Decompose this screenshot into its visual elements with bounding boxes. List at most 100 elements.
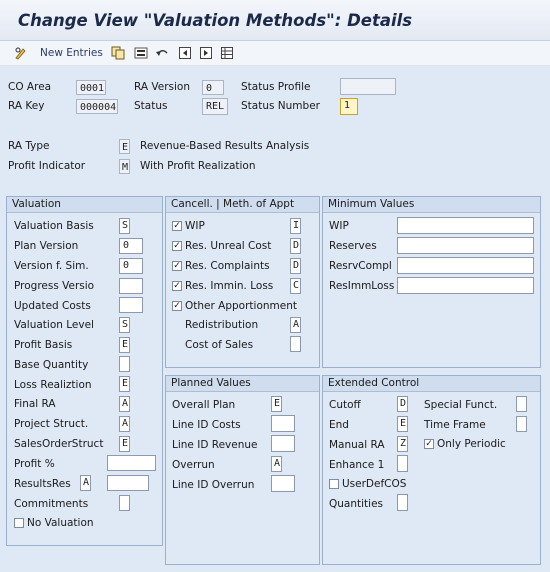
profit-basis-label: Profit Basis [14,339,73,351]
line-id-revenue-label: Line ID Revenue [172,439,258,451]
overrun-input[interactable]: A [271,456,282,472]
status-profile-field [340,78,396,95]
plan-version-label: Plan Version [14,240,79,252]
status-number-input[interactable]: 1 [340,98,358,115]
co-area-label: CO Area [8,81,52,93]
res-immin-loss-label: Res. Immin. Loss [185,280,274,292]
results-res-input-2[interactable] [107,475,149,491]
res-complaints-input[interactable]: D [290,258,301,274]
sales-order-struct-input[interactable]: E [119,436,130,452]
overrun-label: Overrun [172,459,215,471]
res-unreal-cost-checkbox[interactable]: ✓ [172,241,182,251]
end-input[interactable]: E [397,416,408,432]
only-periodic-checkbox[interactable]: ✓ [424,439,434,449]
userdefcos-checkbox[interactable] [329,479,339,489]
overall-plan-label: Overall Plan [172,399,236,411]
cost-of-sales-input[interactable] [290,336,301,352]
end-label: End [329,419,349,431]
first-page-icon[interactable] [178,46,192,60]
line-id-costs-input[interactable] [271,415,295,432]
profit-indicator-field: M [119,159,130,174]
min-reserves-input[interactable] [397,237,534,254]
next-page-icon[interactable] [199,46,213,60]
project-struct-input[interactable]: A [119,416,130,432]
overall-plan-input[interactable]: E [271,396,282,412]
status-label: Status [134,100,168,112]
status-field: REL [202,98,228,115]
profit-basis-input[interactable]: E [119,337,130,353]
valuation-basis-input[interactable]: S [119,218,130,234]
other-apportionment-checkbox[interactable]: ✓ [172,301,182,311]
userdefcos-label: UserDefCOS [342,478,407,490]
enhance-input[interactable] [397,455,408,472]
valuation-level-input[interactable]: S [119,317,130,333]
cost-of-sales-label: Cost of Sales [185,339,254,351]
final-ra-input[interactable]: A [119,396,130,412]
wip-checkbox[interactable]: ✓ [172,221,182,231]
quantities-input[interactable] [397,494,408,511]
special-funct-label: Special Funct. [424,399,498,411]
min-resrvcompl-label: ResrvCompl [329,260,392,272]
cancel-wip-input[interactable]: I [290,218,301,234]
other-apportionment-label: Other Apportionment [185,300,297,312]
line-id-overrun-input[interactable] [271,475,295,492]
redistribution-label: Redistribution [185,319,259,331]
line-id-revenue-input[interactable] [271,435,295,452]
ra-type-text: Revenue-Based Results Analysis [140,140,310,152]
undo-icon[interactable] [155,46,169,60]
status-profile-label: Status Profile [241,81,311,93]
pencil-glasses-icon[interactable] [14,46,28,60]
progress-version-label: Progress Versio [14,280,95,292]
commitments-label: Commitments [14,498,89,510]
time-frame-label: Time Frame [424,419,486,431]
manual-ra-input[interactable]: Z [397,436,408,452]
res-immin-loss-input[interactable]: C [290,278,301,294]
minimum-values-group-title: Minimum Values [323,197,540,213]
profit-percent-input[interactable] [107,455,156,471]
min-wip-input[interactable] [397,217,534,234]
plan-version-input[interactable]: 0 [119,238,143,254]
only-periodic-label: Only Periodic [437,438,506,450]
new-entries-button[interactable]: New Entries [40,47,103,59]
enhance-label: Enhance 1 [329,459,385,471]
profit-percent-label: Profit % [14,458,55,470]
special-funct-input[interactable] [516,396,527,412]
status-number-label: Status Number [241,100,320,112]
res-complaints-checkbox[interactable]: ✓ [172,261,182,271]
project-struct-label: Project Struct. [14,418,89,430]
res-unreal-cost-label: Res. Unreal Cost [185,240,272,252]
min-resimmloss-input[interactable] [397,277,534,294]
line-id-overrun-label: Line ID Overrun [172,479,255,491]
sales-order-struct-label: SalesOrderStruct [14,438,104,450]
copy-icon[interactable] [111,46,125,60]
save-local-icon[interactable] [134,46,148,60]
version-sim-input[interactable]: 0 [119,258,143,274]
res-complaints-label: Res. Complaints [185,260,270,272]
min-resrvcompl-input[interactable] [397,257,534,274]
time-frame-input[interactable] [516,416,527,432]
progress-version-input[interactable] [119,278,143,294]
manual-ra-label: Manual RA [329,439,385,451]
min-reserves-label: Reserves [329,240,377,252]
loss-realization-input[interactable]: E [119,376,130,392]
cutoff-input[interactable]: D [397,396,408,412]
res-immin-loss-checkbox[interactable]: ✓ [172,281,182,291]
no-valuation-label: No Valuation [27,517,94,529]
commitments-input[interactable] [119,495,130,511]
no-valuation-checkbox[interactable] [14,518,24,528]
cutoff-label: Cutoff [329,399,361,411]
ra-key-label: RA Key [8,100,45,112]
base-quantity-input[interactable] [119,356,130,372]
ra-type-field: E [119,139,130,154]
valuation-basis-label: Valuation Basis [14,220,94,232]
updated-costs-input[interactable] [119,297,143,313]
results-res-input[interactable]: A [80,475,91,491]
base-quantity-label: Base Quantity [14,359,89,371]
cancel-wip-label: WIP [185,220,205,232]
min-resimmloss-label: ResImmLoss [329,280,395,292]
table-icon[interactable] [220,46,234,60]
res-unreal-cost-input[interactable]: D [290,238,301,254]
redistribution-input[interactable]: A [290,317,301,333]
cancellation-group-title: Cancell. | Meth. of Appt [166,197,319,213]
line-id-costs-label: Line ID Costs [172,419,241,431]
